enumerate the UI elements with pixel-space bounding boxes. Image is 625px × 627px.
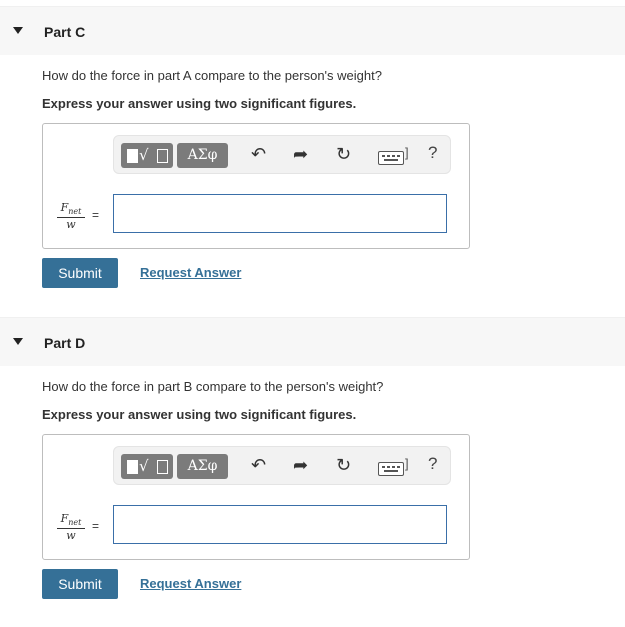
template-square-icon (127, 149, 138, 163)
help-button[interactable]: ? (428, 454, 437, 474)
template-box-icon (157, 460, 168, 474)
reset-icon[interactable]: ↻ (336, 144, 351, 166)
submit-button[interactable]: Submit (42, 569, 118, 599)
request-answer-link[interactable]: Request Answer (140, 265, 241, 280)
fraction-denominator: w (66, 218, 76, 232)
fraction-denominator: w (66, 529, 76, 543)
part-d-header[interactable]: Part D (0, 317, 625, 366)
collapse-toggle-icon[interactable] (13, 27, 23, 34)
fraction-label: Fnet w (57, 512, 85, 542)
math-toolbar: √ ΑΣφ ↶ ➦ ↻ ] ? (113, 135, 451, 174)
part-title: Part C (44, 24, 86, 40)
question-text: How do the force in part B compare to th… (42, 379, 384, 394)
fraction-numerator: Fnet (57, 201, 85, 219)
fraction-label: Fnet w (57, 201, 85, 231)
redo-icon[interactable]: ➦ (293, 144, 308, 166)
submit-button[interactable]: Submit (42, 258, 118, 288)
greek-symbols-button[interactable]: ΑΣφ (177, 454, 228, 479)
keyboard-bracket-icon: ] (405, 145, 409, 160)
question-text: How do the force in part A compare to th… (42, 68, 382, 83)
collapse-toggle-icon[interactable] (13, 338, 23, 345)
answer-box: √ ΑΣφ ↶ ➦ ↻ ] ? Fnet w = (42, 434, 470, 560)
instruction-text: Express your answer using two significan… (42, 96, 357, 111)
template-box-icon (157, 149, 168, 163)
fraction-numerator: Fnet (57, 512, 85, 530)
request-answer-link[interactable]: Request Answer (140, 576, 241, 591)
redo-icon[interactable]: ➦ (293, 455, 308, 477)
part-title: Part D (44, 335, 86, 351)
equals-sign: = (92, 208, 100, 222)
templates-button[interactable]: √ (121, 143, 173, 168)
greek-symbols-button[interactable]: ΑΣφ (177, 143, 228, 168)
keyboard-bracket-icon: ] (405, 456, 409, 471)
answer-input[interactable] (113, 505, 447, 544)
math-toolbar: √ ΑΣφ ↶ ➦ ↻ ] ? (113, 446, 451, 485)
keyboard-icon[interactable] (378, 462, 404, 476)
answer-box: √ ΑΣφ ↶ ➦ ↻ ] ? Fnet w = (42, 123, 470, 249)
part-c-header[interactable]: Part C (0, 6, 625, 55)
undo-icon[interactable]: ↶ (251, 455, 266, 477)
help-button[interactable]: ? (428, 143, 437, 163)
instruction-text: Express your answer using two significan… (42, 407, 357, 422)
reset-icon[interactable]: ↻ (336, 455, 351, 477)
templates-button[interactable]: √ (121, 454, 173, 479)
sqrt-icon: √ (139, 457, 149, 475)
template-square-icon (127, 460, 138, 474)
equals-sign: = (92, 519, 100, 533)
undo-icon[interactable]: ↶ (251, 144, 266, 166)
answer-input[interactable] (113, 194, 447, 233)
sqrt-icon: √ (139, 146, 149, 164)
keyboard-icon[interactable] (378, 151, 404, 165)
